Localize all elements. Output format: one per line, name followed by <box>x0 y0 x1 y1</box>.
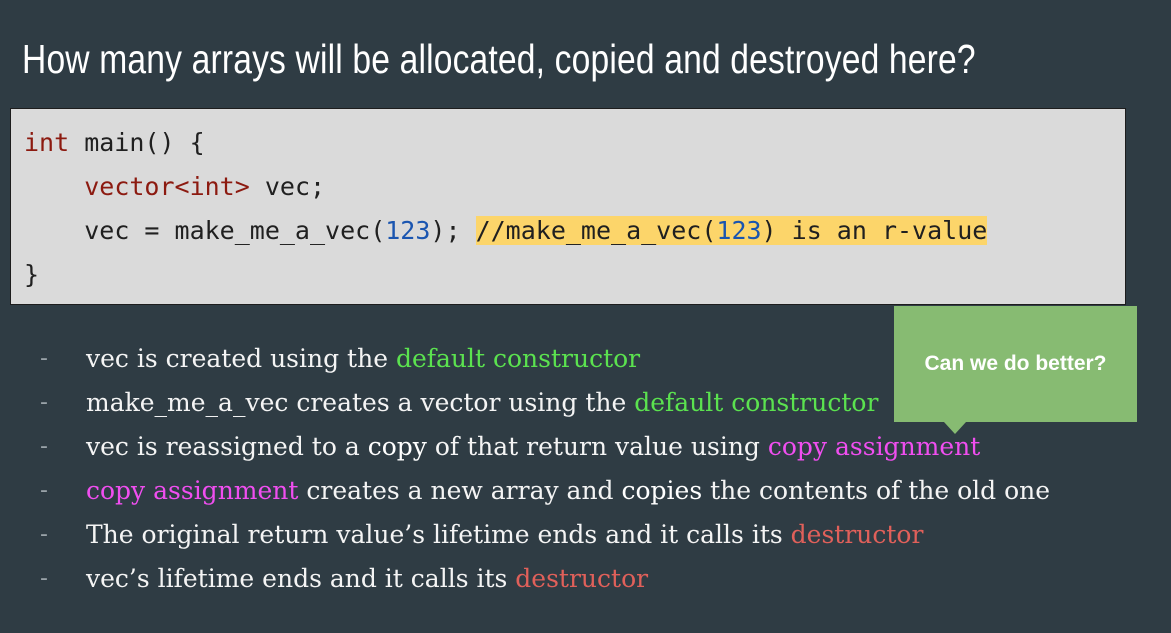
bullet-text: of that return value using <box>426 432 768 461</box>
code-text: ); <box>430 216 476 245</box>
bullet-text: creates a new array and <box>298 476 622 505</box>
bullet-dash: - <box>40 566 48 591</box>
highlighted-comment: //make_me_a_vec(123) is an r-value <box>475 216 988 245</box>
bullet-text: the contents of the old one <box>702 476 1051 505</box>
bullet-text: vec is created using the <box>86 344 396 373</box>
term-destructor: destructor <box>790 520 924 549</box>
term-copies: copies <box>621 476 703 505</box>
bullet-text: vec’s lifetime ends and it calls its <box>86 564 516 593</box>
bullet-item: - copy assignment creates a new array and… <box>40 469 1050 513</box>
term-destructor: destructor <box>515 564 649 593</box>
slide-title: How many arrays will be allocated, copie… <box>22 36 976 82</box>
bullet-item: - vec’s lifetime ends and it calls its de… <box>40 557 1050 601</box>
bullet-dash: - <box>40 478 48 503</box>
code-keyword: int <box>24 128 70 157</box>
code-text: vec = make_me_a_vec( <box>84 216 386 245</box>
code-text: vec; <box>249 172 326 201</box>
bullet-item: - The original return value’s lifetime en… <box>40 513 1050 557</box>
comment-text: ) is an r-value <box>761 216 988 245</box>
code-line-2: vector<int> vec; <box>24 171 1125 215</box>
bullet-text: make_me_a_vec creates a vector using the <box>86 388 635 417</box>
code-keyword: vector< <box>84 172 190 201</box>
comment-text: //make_me_a_vec( <box>475 216 717 245</box>
code-text: main() { <box>69 128 205 157</box>
code-line-4: } <box>24 260 40 289</box>
callout-text: Can we do better? <box>924 352 1107 375</box>
term-default-constructor: default constructor <box>395 344 641 373</box>
term-default-constructor: default constructor <box>634 388 879 417</box>
code-number: 123 <box>385 216 431 245</box>
bullet-dash: - <box>40 390 48 415</box>
code-line-1: int main() { <box>24 127 1125 171</box>
term-copy-assignment: copy assignment <box>86 476 299 505</box>
bullet-dash: - <box>40 346 48 371</box>
term-copy-assignment: copy assignment <box>767 432 981 461</box>
bullet-dash: - <box>40 434 48 459</box>
comment-number: 123 <box>716 216 762 245</box>
code-keyword: int <box>189 172 235 201</box>
bullet-item: - vec is reassigned to a copy of that ret… <box>40 425 1050 469</box>
code-block: int main() { vector<int> vec; vec = make… <box>10 108 1126 305</box>
code-keyword: > <box>234 172 250 201</box>
bullet-text: vec is reassigned to a <box>86 432 368 461</box>
code-line-3: vec = make_me_a_vec(123); //make_me_a_ve… <box>24 215 1125 259</box>
callout-bubble: Can we do better? <box>894 306 1137 434</box>
term-copy: copy <box>367 432 427 461</box>
bullet-dash: - <box>40 522 48 547</box>
bullet-text: The original return value’s lifetime end… <box>86 520 791 549</box>
